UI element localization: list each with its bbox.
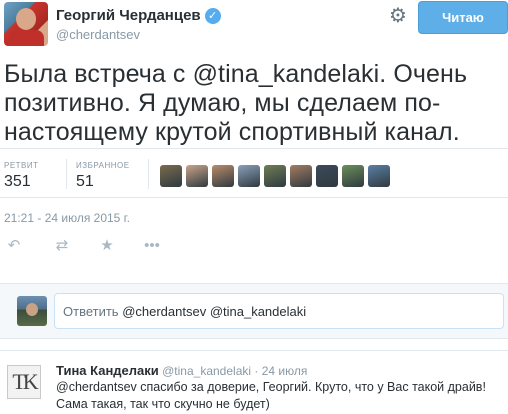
reply-placeholder: Ответить [63, 304, 123, 319]
reply-date[interactable]: · 24 июля [254, 364, 307, 378]
reply-input[interactable]: Ответить @cherdantsev @tina_kandelaki [54, 293, 504, 329]
favoriter-avatar[interactable] [186, 165, 208, 187]
favoriter-avatar[interactable] [160, 165, 182, 187]
favorite-stat-label: ИЗБРАННОЕ [76, 161, 130, 170]
following-button[interactable]: Читаю [418, 1, 508, 34]
author-avatar[interactable] [4, 2, 48, 46]
author-handle[interactable]: @cherdantsev [56, 27, 140, 42]
reply-author-name[interactable]: Тина Канделаки [56, 363, 159, 378]
avatar-shirt [8, 30, 44, 46]
reply-header: Тина Канделаки @tina_kandelaki · 24 июля [56, 363, 307, 378]
favoriter-avatar[interactable] [290, 165, 312, 187]
reply-box: Ответить @cherdantsev @tina_kandelaki [0, 283, 508, 339]
favoriter-avatar[interactable] [368, 165, 390, 187]
tweet-header: Георгий Черданцев ✓ @cherdantsev ⚙ Читаю [0, 0, 508, 52]
author-name[interactable]: Георгий Черданцев [56, 7, 201, 24]
favoriter-avatar[interactable] [212, 165, 234, 187]
tweet-timestamp: 21:21 - 24 июля 2015 г. [4, 211, 130, 225]
reply-tweet[interactable]: TK Тина Канделаки @tina_kandelaki · 24 и… [0, 350, 508, 414]
reply-author-avatar[interactable]: TK [7, 365, 41, 399]
star-icon[interactable]: ★ [97, 236, 117, 256]
favoriter-avatar[interactable] [238, 165, 260, 187]
retweet-stat[interactable]: РЕТВИТ 351 [4, 161, 39, 191]
tweet-stats: РЕТВИТ 351 ИЗБРАННОЕ 51 [0, 148, 508, 198]
avatar-face [26, 303, 38, 316]
stat-divider [148, 159, 149, 189]
retweet-icon[interactable]: ⇄ [52, 236, 72, 256]
gear-icon[interactable]: ⚙ [388, 6, 408, 26]
retweet-stat-label: РЕТВИТ [4, 161, 39, 170]
favoriter-avatar[interactable] [264, 165, 286, 187]
favoriter-avatar[interactable] [342, 165, 364, 187]
avatar-face [16, 8, 36, 30]
reply-text: @cherdantsev спасибо за доверие, Георгий… [56, 380, 486, 411]
favoriter-avatar[interactable] [316, 165, 338, 187]
stat-divider [66, 159, 67, 189]
favoriter-avatars [160, 165, 390, 187]
more-icon[interactable]: ••• [142, 236, 162, 256]
reply-mentions: @cherdantsev @tina_kandelaki [122, 304, 307, 319]
author-name-row[interactable]: Георгий Черданцев ✓ [56, 7, 221, 24]
reply-author-handle[interactable]: @tina_kandelaki [162, 364, 251, 378]
current-user-avatar [17, 296, 47, 326]
tweet-actions: ↶ ⇄ ★ ••• [0, 236, 508, 256]
favorite-count: 51 [76, 173, 94, 190]
retweet-count: 351 [4, 173, 31, 190]
reply-icon[interactable]: ↶ [4, 236, 24, 256]
mention-link[interactable]: @tina_kandelaki [193, 60, 380, 88]
tweet-text-part: Была встреча с [4, 60, 193, 88]
tweet-text: Была встреча с @tina_kandelaki. Очень по… [4, 60, 504, 147]
verified-icon: ✓ [204, 7, 221, 24]
favorite-stat[interactable]: ИЗБРАННОЕ 51 [76, 161, 130, 191]
